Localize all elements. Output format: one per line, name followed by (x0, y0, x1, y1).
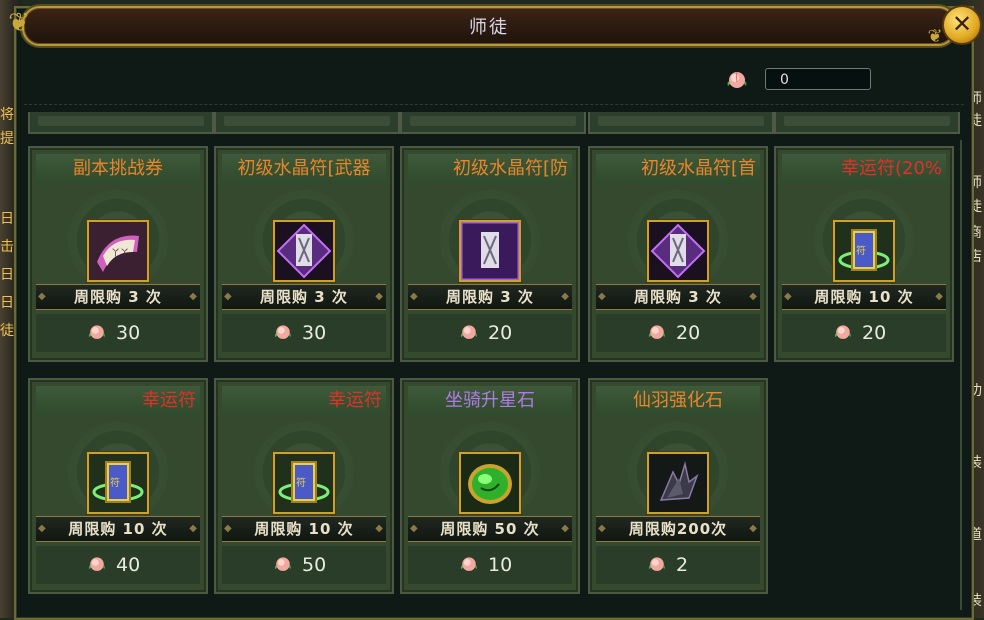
crystal-talisman-square-icon[interactable] (459, 220, 521, 282)
shop-item-card[interactable]: 仙羽强化石 周限购200次 2 (588, 378, 768, 594)
peach-icon (88, 557, 106, 571)
item-name: 坐骑升星石 (408, 386, 572, 416)
price-row: 20 (782, 314, 946, 352)
price-row: 2 (596, 546, 760, 584)
item-price: 20 (488, 322, 513, 344)
bg-text: 日 (0, 295, 14, 311)
close-button[interactable]: ✕ (942, 5, 982, 45)
bg-text: 击 (0, 239, 14, 255)
peach-icon (274, 325, 292, 339)
item-name: 幸运符(20% (782, 154, 946, 184)
scroll-icon[interactable]: 丫丫 (87, 220, 149, 282)
price-row: 30 (222, 314, 386, 352)
item-price: 20 (862, 322, 887, 344)
shop-item-card[interactable]: 幸运符(20% 符 周限购 10 次 20 (774, 146, 954, 362)
previous-row-card-edge (214, 112, 400, 134)
item-price: 40 (116, 554, 141, 576)
item-price: 20 (676, 322, 701, 344)
peach-icon (460, 325, 478, 339)
luck-charm-icon[interactable]: 符 (273, 452, 335, 514)
weekly-purchase-limit: 周限购 3 次 (408, 284, 572, 310)
svg-text:符: 符 (110, 476, 120, 489)
shop-item-card[interactable]: 幸运符 符 周限购 10 次 40 (28, 378, 208, 594)
currency-balance-field: 0 (765, 68, 871, 90)
crystal-talisman-icon[interactable] (647, 220, 709, 282)
price-row: 40 (36, 546, 200, 584)
divider (24, 104, 964, 105)
price-row: 20 (408, 314, 572, 352)
peach-icon (648, 557, 666, 571)
weekly-purchase-limit: 周限购 3 次 (596, 284, 760, 310)
bg-text: 日 (0, 267, 14, 283)
peach-icon (648, 325, 666, 339)
item-name: 副本挑战券 (36, 154, 200, 184)
item-name: 幸运符 (36, 386, 200, 416)
shop-item-grid: 副本挑战券 丫丫 周限购 3 次 30 初级水晶符[武器 周限购 3 次 30 (22, 140, 956, 610)
bg-text: 徒 (0, 323, 14, 339)
crystal-talisman-icon[interactable] (273, 220, 335, 282)
shop-item-card[interactable]: 初级水晶符[防 周限购 3 次 20 (400, 146, 580, 362)
previous-row-card-edge (774, 112, 960, 134)
bg-text: 将 (0, 107, 14, 123)
item-price: 50 (302, 554, 327, 576)
item-name: 初级水晶符[武器 (222, 154, 386, 184)
price-row: 30 (36, 314, 200, 352)
weekly-purchase-limit: 周限购 10 次 (782, 284, 946, 310)
peach-icon (727, 71, 747, 88)
green-gem-icon[interactable] (459, 452, 521, 514)
svg-text:丫丫: 丫丫 (111, 248, 129, 259)
shop-item-card[interactable]: 初级水晶符[武器 周限购 3 次 30 (214, 146, 394, 362)
shop-item-card[interactable]: 幸运符 符 周限购 10 次 50 (214, 378, 394, 594)
peach-icon (834, 325, 852, 339)
previous-row-card-edge (588, 112, 774, 134)
peach-icon (460, 557, 478, 571)
weekly-purchase-limit: 周限购200次 (596, 516, 760, 542)
bg-text: 日 (0, 211, 14, 227)
svg-text:符: 符 (856, 244, 866, 257)
shop-item-card[interactable]: 副本挑战券 丫丫 周限购 3 次 30 (28, 146, 208, 362)
shop-item-card[interactable]: 初级水晶符[首 周限购 3 次 20 (588, 146, 768, 362)
weekly-purchase-limit: 周限购 3 次 (36, 284, 200, 310)
dark-feather-stone-icon[interactable] (647, 452, 709, 514)
price-row: 20 (596, 314, 760, 352)
bg-text: 提 (0, 131, 14, 147)
item-name: 幸运符 (222, 386, 386, 416)
weekly-purchase-limit: 周限购 10 次 (222, 516, 386, 542)
peach-icon (88, 325, 106, 339)
weekly-purchase-limit: 周限购 3 次 (222, 284, 386, 310)
weekly-purchase-limit: 周限购 10 次 (36, 516, 200, 542)
shop-item-card[interactable]: 坐骑升星石 周限购 50 次 10 (400, 378, 580, 594)
window-titlebar[interactable]: 师徒 (22, 6, 956, 46)
item-name: 初级水晶符[首 (596, 154, 760, 184)
luck-charm-icon[interactable]: 符 (833, 220, 895, 282)
previous-row-card-edge (400, 112, 586, 134)
svg-text:符: 符 (296, 476, 306, 489)
previous-row-card-edge (28, 112, 214, 134)
luck-charm-icon[interactable]: 符 (87, 452, 149, 514)
item-price: 10 (488, 554, 513, 576)
item-name: 仙羽强化石 (596, 386, 760, 416)
item-name: 初级水晶符[防 (408, 154, 572, 184)
weekly-purchase-limit: 周限购 50 次 (408, 516, 572, 542)
peach-icon (274, 557, 292, 571)
scrollbar-track[interactable] (960, 140, 962, 610)
ornament-left-icon: ❦ (8, 8, 30, 38)
price-row: 10 (408, 546, 572, 584)
window-title: 师徒 (469, 17, 509, 38)
item-price: 30 (116, 322, 141, 344)
item-price: 2 (676, 554, 689, 576)
price-row: 50 (222, 546, 386, 584)
item-price: 30 (302, 322, 327, 344)
